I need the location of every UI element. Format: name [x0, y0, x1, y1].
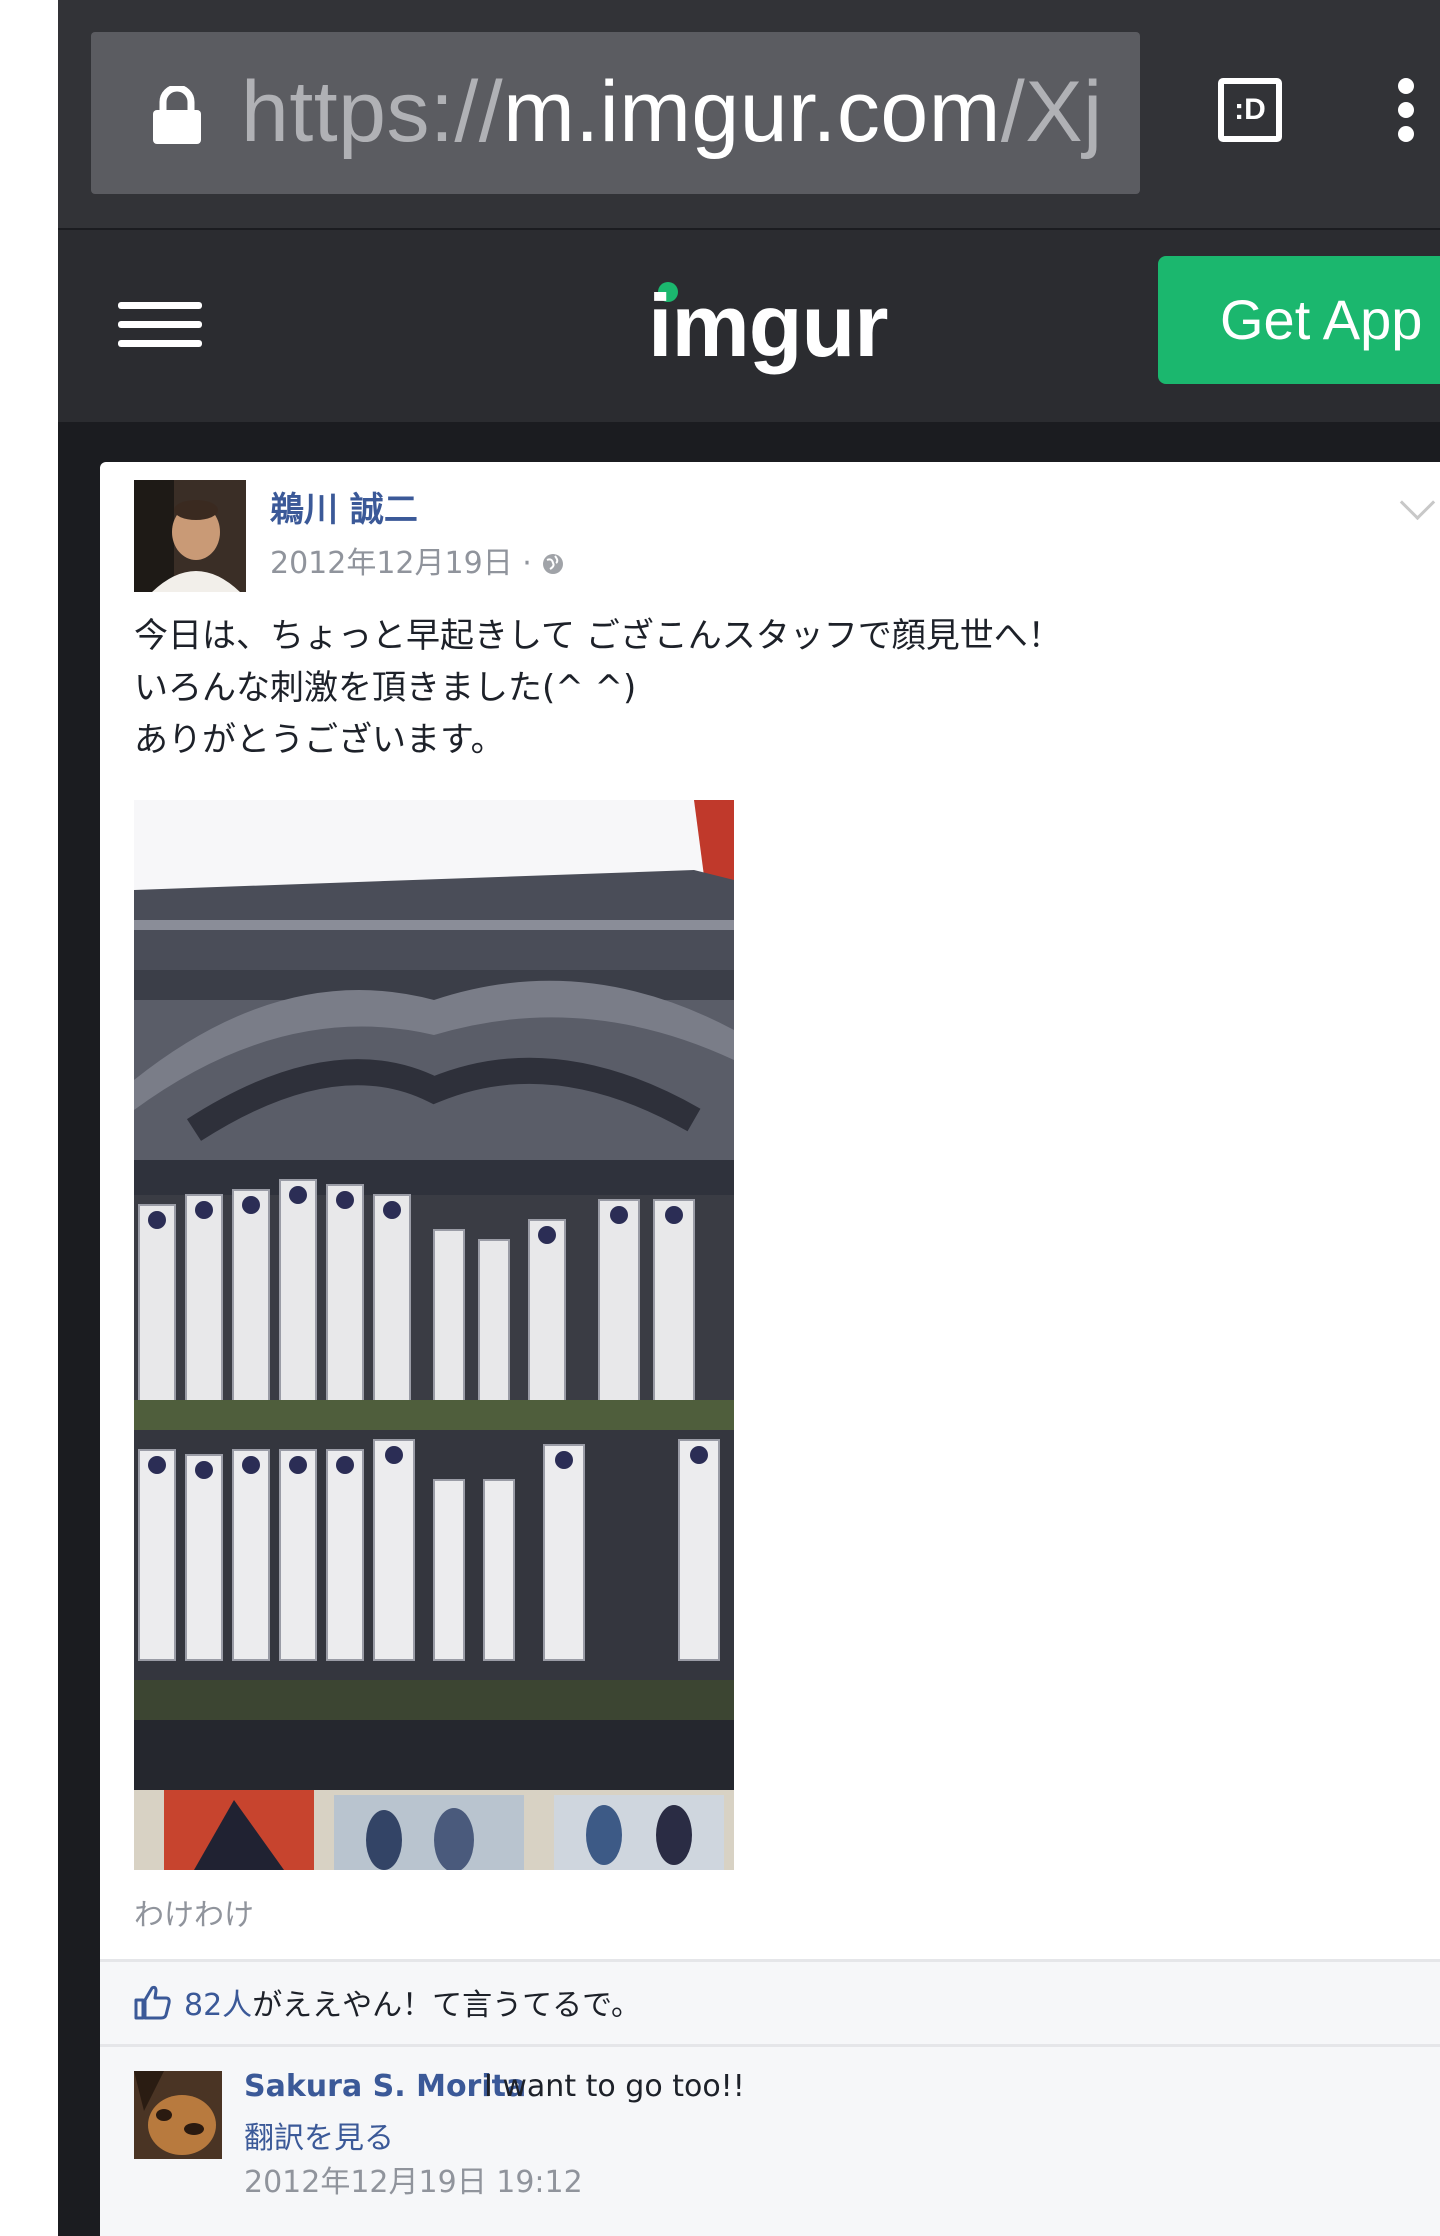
photo-caption: わけわけ [134, 1898, 254, 1933]
tab-switcher-button[interactable]: :D [1218, 78, 1282, 142]
browser-menu-icon[interactable] [1398, 78, 1418, 148]
globe-icon [543, 554, 564, 574]
url-scheme: https:// [241, 64, 504, 160]
see-translation-link[interactable]: 翻訳を見る [244, 2113, 394, 2157]
comment-timestamp[interactable]: 2012年12月19日 19:12 [244, 2157, 583, 2201]
post-body: 今日は、ちょっと早起きして ござこんスタッフで顔見世へ！ いろんな刺激を頂きまし… [134, 610, 1414, 766]
likes-suffix: がええやん！て言うてるで。 [252, 1988, 641, 2023]
author-avatar [134, 480, 246, 592]
comment-text: I want to go too!! [484, 2069, 745, 2104]
post-date-text: 2012年12月19日 · [270, 546, 542, 581]
facebook-post-screenshot: 鵜川 誠二 2012年12月19日 · 今日は、ちょっと早起きして ござこんスタ… [100, 462, 1440, 2236]
commenter-avatar[interactable] [134, 2071, 222, 2159]
likes-summary[interactable]: 82人がええやん！て言うてるで。 [184, 1980, 641, 2024]
url-host: m.imgur.com [503, 64, 1001, 160]
post-date[interactable]: 2012年12月19日 · [270, 538, 565, 582]
likes-count[interactable]: 82人 [184, 1988, 252, 2023]
get-app-button[interactable]: Get App [1158, 256, 1440, 384]
post-text-line: ありがとうございます。 [134, 720, 505, 760]
post-text-line: 今日は、ちょっと早起きして ござこんスタッフで顔見世へ！ [134, 616, 1062, 656]
comment: Sakura S. Morita I want to go too!! 翻訳を見… [100, 2047, 1440, 2236]
url-path: /Xj [1000, 64, 1103, 160]
chevron-down-icon[interactable] [1399, 484, 1436, 521]
hamburger-menu-icon[interactable] [118, 302, 202, 348]
post-text-line: いろんな刺激を頂きました(^ ^) [134, 668, 637, 708]
post-author[interactable]: 鵜川 誠二 [270, 482, 418, 531]
url-text[interactable]: https://m.imgur.com/Xj [241, 52, 1103, 172]
likes-row: 82人がええやん！て言うてるで。 [100, 1962, 1440, 2044]
address-bar[interactable]: https://m.imgur.com/Xj [91, 32, 1140, 194]
lock-icon [153, 86, 201, 144]
phone-screen: https://m.imgur.com/Xj :D imgur Get App … [58, 0, 1440, 2236]
thumbs-up-icon[interactable] [132, 1982, 172, 2022]
imgur-header: imgur Get App [58, 230, 1440, 422]
imgur-logo[interactable]: imgur [648, 266, 888, 386]
browser-toolbar: https://m.imgur.com/Xj :D [58, 0, 1440, 228]
kabuki-theater-photo[interactable] [134, 800, 734, 1870]
